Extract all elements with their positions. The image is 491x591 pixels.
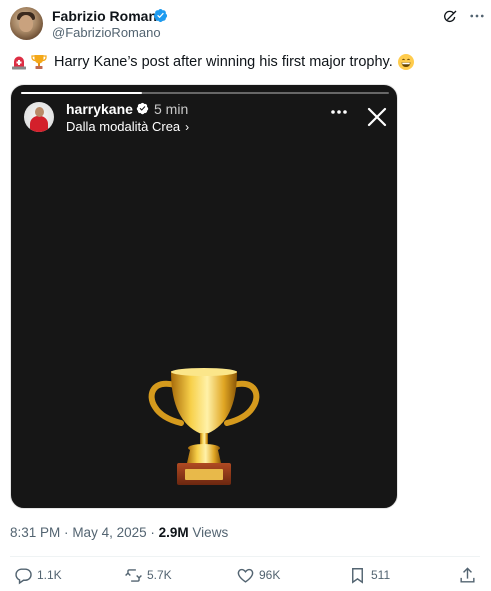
meta-separator: · (150, 525, 155, 540)
reply-count: 1.1K (37, 568, 62, 582)
repost-count: 5.7K (147, 568, 172, 582)
divider (10, 556, 480, 557)
story-source-label: Dalla modalità Crea (66, 119, 181, 134)
author-handle[interactable]: @FabrizioRomano (52, 25, 161, 40)
story-avatar (24, 102, 54, 132)
story-source: Dalla modalità Crea › (66, 119, 189, 134)
tweet-text: Harry Kane’s post after winning his firs… (10, 53, 417, 71)
author-avatar[interactable] (10, 7, 43, 40)
tweet-header: Fabrizio Romano @FabrizioRomano (0, 0, 491, 48)
story-verified-icon (136, 102, 149, 115)
reply-icon (15, 567, 32, 584)
story-more-icon (331, 110, 347, 114)
rotating-light-emoji (12, 56, 26, 70)
like-button[interactable]: 96K (236, 563, 280, 587)
tweet-body: Harry Kane’s post after winning his firs… (54, 54, 393, 70)
bookmark-icon (352, 567, 363, 584)
tweet-timestamp: 8:31 PM · May 4, 2025 · 2.9M Views (10, 525, 228, 540)
close-icon (367, 107, 387, 127)
grok-icon[interactable] (442, 9, 458, 25)
share-icon (460, 566, 475, 583)
tweet-date[interactable]: May 4, 2025 (72, 525, 146, 540)
reply-button[interactable]: 1.1K (14, 563, 62, 587)
share-button[interactable] (458, 563, 477, 587)
grinning-face-emoji (397, 54, 414, 70)
views-label: Views (192, 525, 229, 540)
trophy-emoji (31, 55, 47, 69)
bookmark-count: 511 (371, 568, 391, 582)
author-display-name[interactable]: Fabrizio Romano (52, 8, 166, 24)
repost-icon (125, 568, 142, 582)
tweet-actions: 1.1K 5.7K 96K 511 (0, 563, 491, 587)
story-progress-bar (21, 92, 389, 94)
verified-badge-icon (153, 8, 168, 23)
trophy-icon (148, 368, 260, 485)
story-progress-fill (21, 92, 143, 94)
tweet-time[interactable]: 8:31 PM (10, 525, 60, 540)
chevron-right-icon: › (185, 119, 190, 134)
like-count: 96K (259, 568, 281, 582)
heart-icon (237, 568, 254, 583)
story-time: 5 min (154, 101, 189, 117)
meta-separator: · (64, 525, 69, 540)
repost-button[interactable]: 5.7K (124, 563, 172, 587)
bookmark-button[interactable]: 511 (348, 563, 390, 587)
views-count: 2.9M (158, 525, 189, 540)
more-options-icon[interactable] (468, 7, 486, 25)
story-username: harrykane (66, 101, 133, 117)
tweet-media-story[interactable]: harrykane 5 min Dalla modalità Crea › (10, 84, 398, 509)
